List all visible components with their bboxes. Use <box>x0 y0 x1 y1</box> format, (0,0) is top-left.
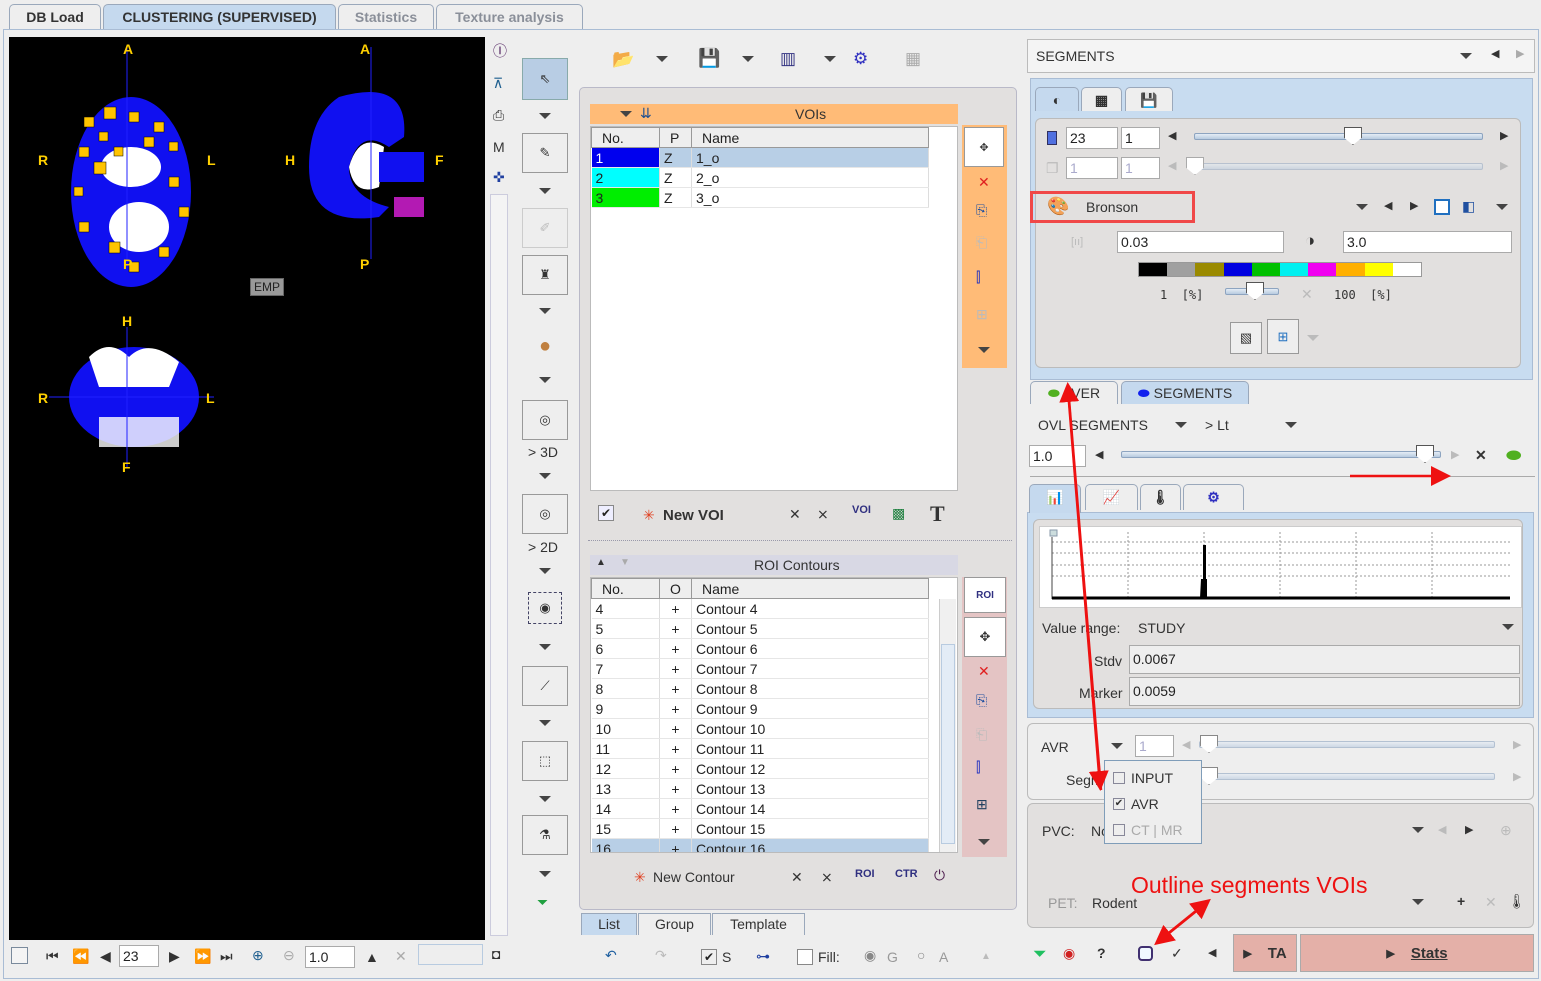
arrow-to-menu <box>1066 389 1109 791</box>
annotation-arrows <box>1059 382 1451 946</box>
arrow-to-text <box>1159 898 1211 941</box>
annotation-text: Outline segments VOIs <box>1131 872 1368 898</box>
